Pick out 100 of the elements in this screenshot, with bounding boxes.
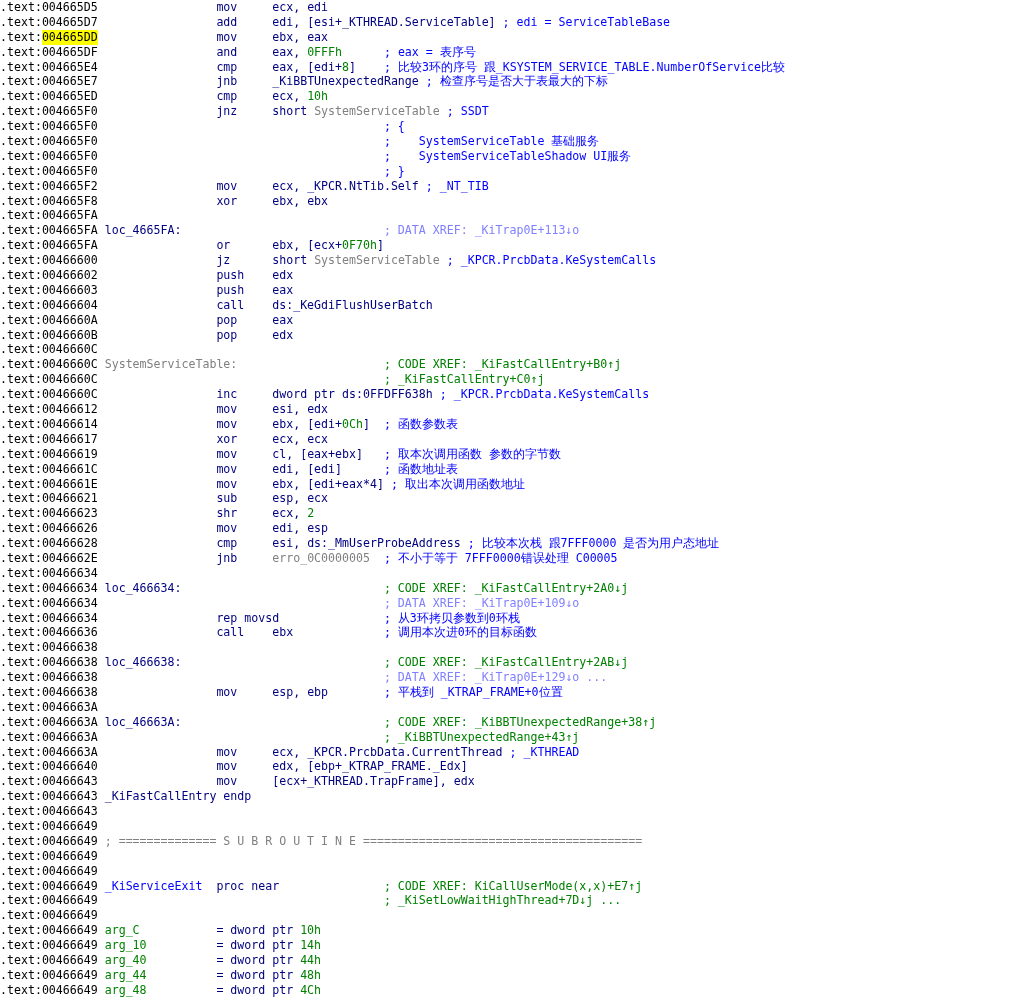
address-text: 00466643 [41, 789, 98, 805]
address-text: 004665F0 [41, 163, 98, 179]
operand-text: edi, esp [272, 521, 329, 537]
address-text: 0046663A [41, 699, 98, 715]
address-text: 0046660C [41, 342, 98, 358]
segment-text: .text: [0, 357, 42, 373]
comment-text: ; 检查序号是否大于表最大的下标 [425, 74, 608, 90]
address-text: 004665F8 [41, 193, 98, 209]
segment-text: .text: [0, 14, 42, 30]
address-text: 004665F0 [41, 148, 98, 164]
mnemonic-text: mov [216, 178, 238, 194]
mnemonic-text: inc [216, 387, 238, 403]
mnemonic-text: = dword ptr [216, 923, 294, 939]
address-text: 00466649 [41, 893, 98, 909]
mnemonic-text: mov [216, 774, 238, 790]
comment-text: ; _NT_TIB [425, 178, 489, 194]
comment-text: ; 不小于等于 7FFF0000错误处理 C00005 [383, 550, 618, 566]
segment-text: .text: [0, 878, 42, 894]
code-label: arg_44 [104, 967, 147, 983]
segment-text: .text: [0, 744, 42, 760]
segment-text: .text: [0, 938, 42, 953]
address-text: 0046663A [41, 714, 98, 730]
operand-text: eax [272, 282, 294, 298]
operand-text: ecx, _KPCR.NtTib.Self [272, 178, 419, 194]
mnemonic-text: mov [216, 446, 238, 462]
operand-text: 44h [300, 953, 322, 968]
segment-text: .text: [0, 223, 42, 239]
address-text: 00466638 [41, 640, 98, 656]
segment-text: .text: [0, 387, 42, 403]
address-text: 00466612 [41, 402, 98, 417]
address-text: 0046660C [41, 372, 98, 388]
segment-text: .text: [0, 982, 42, 998]
segment-text: .text: [0, 491, 42, 507]
segment-text: .text: [0, 714, 42, 730]
mnemonic-text: add [216, 14, 238, 30]
mnemonic-text: mov [216, 0, 238, 15]
address-text: 004665ED [41, 89, 98, 105]
segment-text: .text: [0, 402, 42, 417]
mnemonic-text: call [216, 625, 245, 641]
address-text: 00466602 [41, 268, 98, 283]
segment-text: .text: [0, 819, 42, 834]
operand-text: edi, [esi+_KTHREAD.ServiceTable] [272, 14, 496, 30]
address-text: 00466649 [41, 967, 98, 983]
address-text: 00466621 [41, 491, 98, 507]
segment-text: .text: [0, 893, 42, 909]
operand-text: eax [272, 312, 294, 328]
comment-text: ; edi = ServiceTableBase [502, 14, 671, 30]
mnemonic-text: proc near [216, 878, 280, 894]
address-text: 0046660C [41, 387, 98, 403]
segment-text: .text: [0, 908, 42, 924]
segment-text: .text: [0, 178, 42, 194]
operand-text: 48h [300, 967, 322, 983]
mnemonic-text: cmp [216, 59, 238, 75]
operand-text: eax, [edi+8] [272, 59, 356, 75]
address-text: 00466649 [41, 848, 98, 864]
mnemonic-text: or [216, 238, 231, 254]
xref-comment: ; _KiSetLowWaitHighThread+7D↓j ... [383, 893, 622, 909]
address-text: 004665FA [41, 223, 98, 239]
mnemonic-text: call [216, 297, 245, 313]
operand-text: 14h [300, 938, 322, 953]
address-text: 0046661C [41, 461, 98, 477]
mnemonic-text: jnz [216, 104, 238, 120]
code-label: loc_46663A: [104, 714, 182, 730]
comment-text: ; _KPCR.PrcbData.KeSystemCalls [446, 253, 657, 269]
segment-text: .text: [0, 312, 42, 328]
mnemonic-text: mov [216, 759, 238, 775]
segment-text: .text: [0, 804, 42, 819]
address-text: 00466614 [41, 416, 98, 432]
segment-text: .text: [0, 327, 42, 343]
address-text: 004665F0 [41, 134, 98, 149]
xref-comment: ; CODE XREF: _KiFastCallEntry+2AB↓j [383, 655, 629, 671]
address-text: 00466619 [41, 446, 98, 462]
comment-text: ; 取本次调用函数 参数的字节数 [383, 446, 561, 462]
mnemonic-text: xor [216, 431, 238, 447]
segment-text: .text: [0, 416, 42, 432]
segment-text: .text: [0, 282, 42, 298]
mnemonic-text: mov [216, 521, 238, 537]
segment-text: .text: [0, 74, 42, 90]
xref-comment: ; _KiFastCallEntry+C0↑j [383, 372, 545, 388]
operand-text: 4Ch [300, 982, 322, 998]
segment-text: .text: [0, 238, 42, 254]
address-text: 00466649 [41, 982, 98, 998]
address-text: 00466638 [41, 655, 98, 671]
address-text: 00466634 [41, 610, 98, 626]
address-text: 00466643 [41, 804, 98, 819]
segment-text: .text: [0, 104, 42, 120]
mnemonic-text: mov [216, 461, 238, 477]
comment-text: ; 函数参数表 [383, 416, 458, 432]
mnemonic-text: sub [216, 491, 238, 507]
mnemonic-text: mov [216, 684, 238, 700]
address-text: 00466649 [41, 878, 98, 894]
segment-text: .text: [0, 789, 42, 805]
segment-text: .text: [0, 431, 42, 447]
operand-text: ecx, ecx [272, 431, 329, 447]
comment-text: ; 函数地址表 [383, 461, 458, 477]
code-label: _KiServiceExit [104, 878, 203, 894]
address-text: 00466634 [41, 595, 98, 611]
operand-text: eax, 0FFFh [272, 44, 343, 60]
segment-text: .text: [0, 134, 42, 149]
segment-text: .text: [0, 610, 42, 626]
